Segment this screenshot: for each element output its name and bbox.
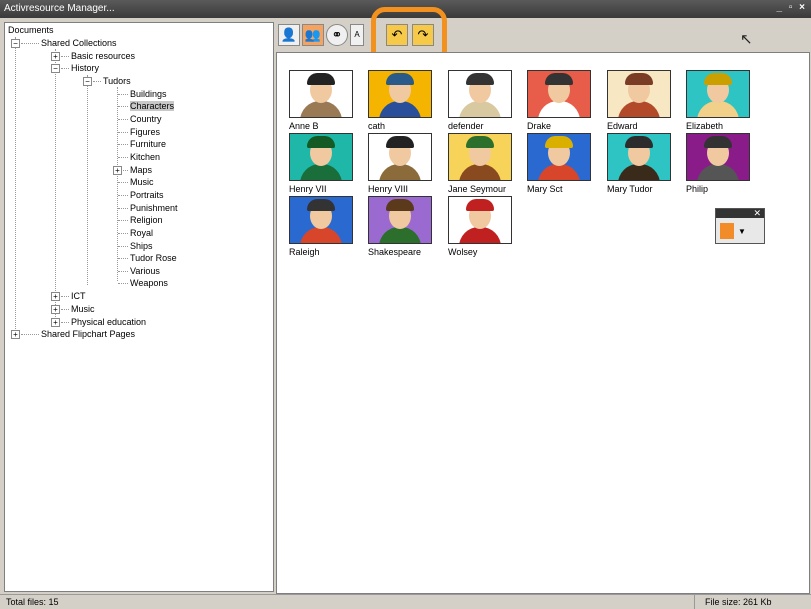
thumbnail-item[interactable]: Mary Tudor <box>607 133 677 194</box>
thumbnail-item[interactable]: Edward <box>607 70 677 131</box>
text-icon[interactable]: A <box>350 24 364 46</box>
expand-icon[interactable]: + <box>11 330 20 339</box>
thumbnail-label: Henry VIII <box>368 184 409 194</box>
tree-item-weapons[interactable]: Weapons <box>130 278 168 289</box>
tree-item-physical-education[interactable]: Physical education <box>71 317 146 328</box>
thumbnail-label: Raleigh <box>289 247 320 257</box>
portrait-thumbnail[interactable] <box>289 196 353 244</box>
thumbnail-panel[interactable]: Anne B cath defender Drake Edward Elizabeth He… <box>276 52 810 594</box>
tree-item-maps[interactable]: Maps <box>130 165 152 176</box>
thumbnail-label: Henry VII <box>289 184 327 194</box>
tree-item-ships[interactable]: Ships <box>130 241 153 252</box>
tree-root[interactable]: Documents <box>8 25 54 36</box>
thumbnail-item[interactable]: Mary Sct <box>527 133 597 194</box>
multi-user-icon[interactable]: 👥 <box>302 24 324 46</box>
thumbnail-label: Wolsey <box>448 247 478 257</box>
thumbnail-item[interactable]: Shakespeare <box>368 196 438 257</box>
thumbnail-item[interactable]: Henry VII <box>289 133 359 194</box>
tree-item-music[interactable]: Music <box>130 177 154 188</box>
collapse-icon[interactable]: − <box>11 39 20 48</box>
dropdown-arrow-icon[interactable]: ▼ <box>738 227 746 236</box>
tree-item-characters[interactable]: Characters <box>130 101 175 112</box>
portrait-thumbnail[interactable] <box>527 70 591 118</box>
tree-item-buildings[interactable]: Buildings <box>130 89 167 100</box>
portrait-thumbnail[interactable] <box>607 70 671 118</box>
tree-item-shared-flipchart-pages[interactable]: Shared Flipchart Pages <box>41 329 135 340</box>
portrait-thumbnail[interactable] <box>686 133 750 181</box>
window-title: Activresource Manager... <box>4 3 115 14</box>
toolbar: 👤 👥 ⚭ A ↶ ↷ <box>276 22 808 50</box>
expand-icon[interactable]: + <box>51 52 60 61</box>
tree-item-portraits[interactable]: Portraits <box>130 190 164 201</box>
close-icon[interactable]: ✕ <box>716 209 764 218</box>
thumbnail-item[interactable]: Drake <box>527 70 597 131</box>
portrait-thumbnail[interactable] <box>368 196 432 244</box>
thumbnail-item[interactable]: Philip <box>686 133 756 194</box>
thumbnail-label: Jane Seymour <box>448 184 507 194</box>
thumbnail-item[interactable]: Raleigh <box>289 196 359 257</box>
portrait-thumbnail[interactable] <box>368 133 432 181</box>
thumbnail-label: Shakespeare <box>368 247 422 257</box>
thumbnail-item[interactable]: Anne B <box>289 70 359 131</box>
file-size: File size: 261 Kb <box>705 597 772 607</box>
tree-item-kitchen[interactable]: Kitchen <box>130 152 160 163</box>
tree-item-history[interactable]: History <box>71 63 99 74</box>
thumbnail-label: Philip <box>686 184 709 194</box>
thumbnail-label: cath <box>368 121 386 131</box>
mouse-cursor-icon: ↖ <box>740 31 753 48</box>
thumbnail-label: Elizabeth <box>686 121 724 131</box>
tree-item-punishment[interactable]: Punishment <box>130 203 178 214</box>
portrait-thumbnail[interactable] <box>289 133 353 181</box>
portrait-thumbnail[interactable] <box>448 133 512 181</box>
portrait-thumbnail[interactable] <box>289 70 353 118</box>
thumbnail-label: Mary Sct <box>527 184 563 194</box>
tree-item-country[interactable]: Country <box>130 114 162 125</box>
portrait-thumbnail[interactable] <box>527 133 591 181</box>
single-user-icon[interactable]: 👤 <box>278 24 300 46</box>
tree-item-royal[interactable]: Royal <box>130 228 153 239</box>
portrait-thumbnail[interactable] <box>686 70 750 118</box>
link-icon[interactable]: ⚭ <box>326 24 348 46</box>
portrait-thumbnail[interactable] <box>448 196 512 244</box>
thumbnail-label: defender <box>448 121 484 131</box>
portrait-thumbnail[interactable] <box>448 70 512 118</box>
tree-item-various[interactable]: Various <box>130 266 160 277</box>
expand-icon[interactable]: + <box>51 292 60 301</box>
thumbnail-item[interactable]: Elizabeth <box>686 70 756 131</box>
tree-item-music-collection[interactable]: Music <box>71 304 95 315</box>
thumbnail-label: Edward <box>607 121 638 131</box>
thumbnail-label: Mary Tudor <box>607 184 653 194</box>
portrait-thumbnail[interactable] <box>607 133 671 181</box>
tree-item-figures[interactable]: Figures <box>130 127 160 138</box>
expand-icon[interactable]: + <box>113 166 122 175</box>
expand-icon[interactable]: + <box>51 318 60 327</box>
tree-item-tudors[interactable]: Tudors <box>103 76 131 87</box>
thumbnail-label: Anne B <box>289 121 319 131</box>
window-controls[interactable]: _ ▫ × <box>776 2 807 13</box>
expand-icon[interactable]: + <box>51 305 60 314</box>
tree-item-tudor-rose[interactable]: Tudor Rose <box>130 253 177 264</box>
resource-tree[interactable]: Documents − Shared Collections + Basic r… <box>4 22 274 592</box>
tree-item-religion[interactable]: Religion <box>130 215 163 226</box>
mini-toolbox[interactable]: ✕ ▼ <box>715 208 765 244</box>
thumbnail-item[interactable]: cath <box>368 70 438 131</box>
tree-item-ict[interactable]: ICT <box>71 291 86 302</box>
tree-item-shared-collections[interactable]: Shared Collections <box>41 38 117 49</box>
status-bar: Total files: 15 File size: 261 Kb <box>0 594 811 609</box>
tree-item-basic-resources[interactable]: Basic resources <box>71 51 135 62</box>
portrait-thumbnail[interactable] <box>368 70 432 118</box>
collapse-icon[interactable]: − <box>83 77 92 86</box>
thumbnail-item[interactable]: Henry VIII <box>368 133 438 194</box>
thumbnail-label: Drake <box>527 121 552 131</box>
tree-item-furniture[interactable]: Furniture <box>130 139 166 150</box>
thumbnail-item[interactable]: defender <box>448 70 518 131</box>
flipchart-icon[interactable] <box>720 223 734 239</box>
total-files: Total files: 15 <box>6 597 59 607</box>
thumbnail-item[interactable]: Jane Seymour <box>448 133 518 194</box>
thumbnail-item[interactable]: Wolsey <box>448 196 518 257</box>
collapse-icon[interactable]: − <box>51 64 60 73</box>
